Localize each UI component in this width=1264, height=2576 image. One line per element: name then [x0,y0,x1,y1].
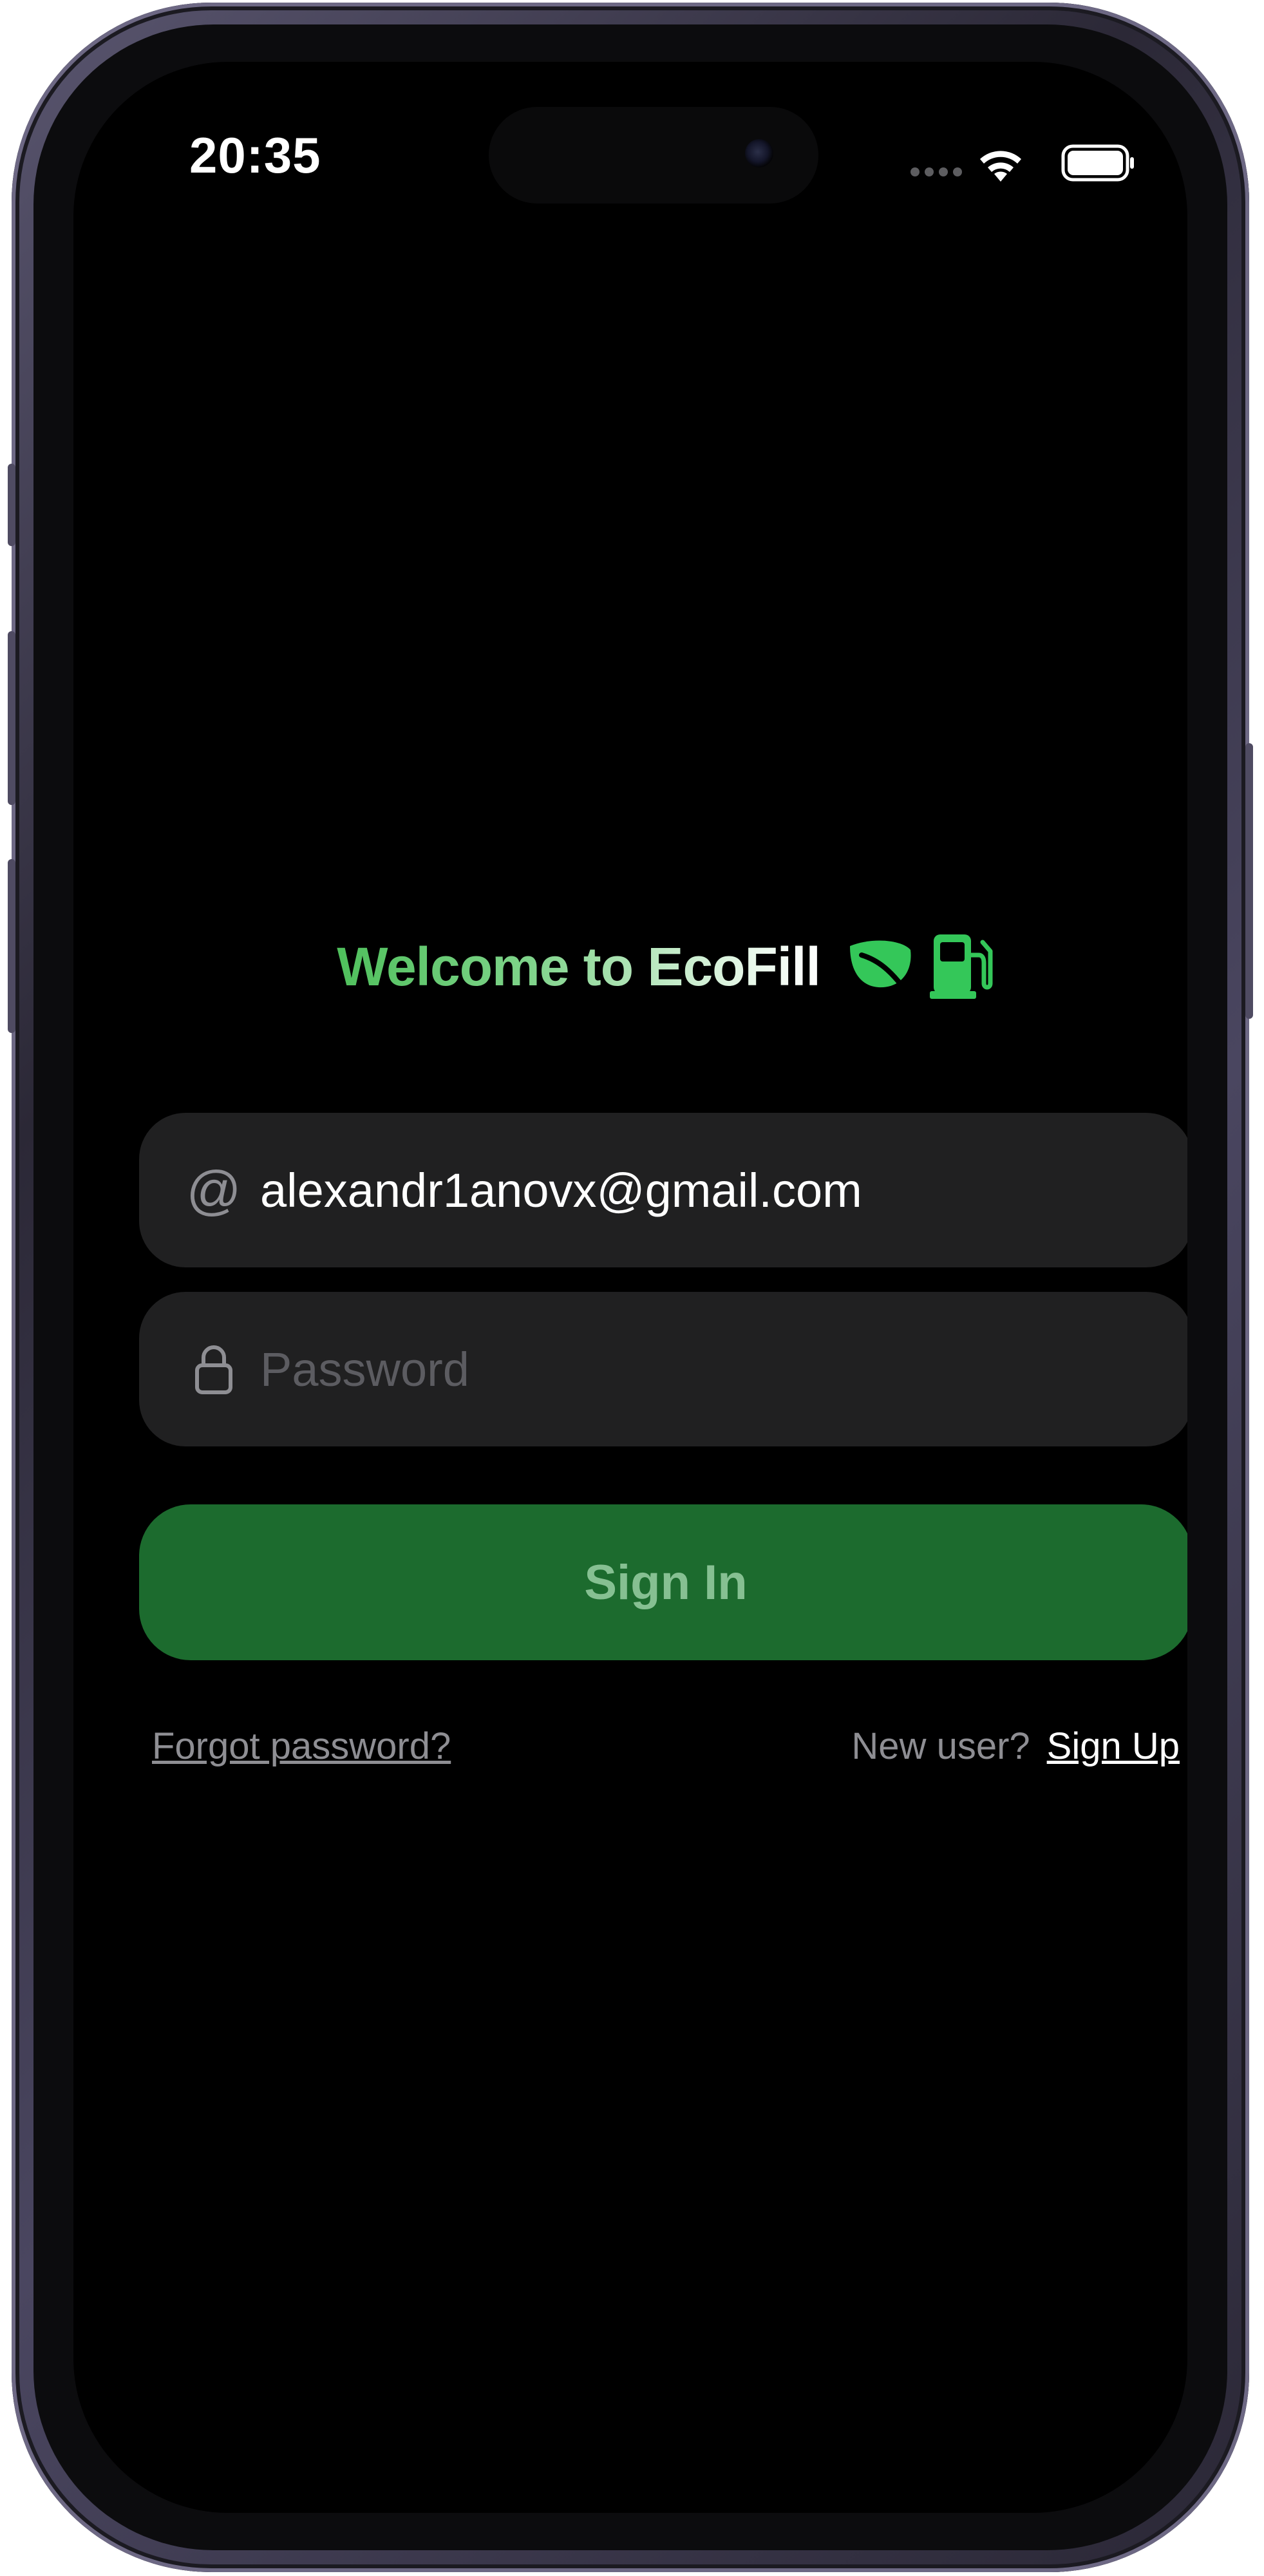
new-user-label: New user? [851,1725,1030,1767]
volume-down-button [8,859,15,1033]
power-button [1245,743,1253,1019]
forgot-password-link[interactable]: Forgot password? [152,1725,451,1768]
sign-up-link[interactable]: Sign Up [1047,1725,1180,1768]
sign-in-button[interactable]: Sign In [139,1504,1187,1660]
email-input[interactable] [260,1162,1154,1218]
bezel: 20:35 Welcome to EcoFill @ alexandr1anov… [33,24,1227,2550]
welcome-icons [846,933,994,1000]
camera-icon [745,139,773,167]
welcome-heading: Welcome to EcoFill [73,925,1187,1009]
auth-footer: Forgot password? New user? Sign Up [152,1717,1180,1775]
welcome-title: Welcome to EcoFill [337,936,821,997]
battery-icon [1061,144,1134,182]
status-time: 20:35 [189,127,321,184]
cellular-signal-icon [910,167,962,176]
signup-prompt: New user? Sign Up [851,1725,1180,1768]
phone-frame: 20:35 Welcome to EcoFill @ alexandr1anov… [8,3,1253,2572]
at-icon: @ [186,1160,241,1220]
dynamic-island [489,107,818,204]
email-field[interactable]: @ [139,1113,1187,1267]
leaf-icon [849,940,911,996]
lock-icon [182,1343,246,1395]
volume-up-button [8,631,15,805]
wifi-icon [980,151,1021,182]
fuel-pump-icon [929,934,993,999]
password-input[interactable] [260,1341,1154,1397]
password-field[interactable] [139,1292,1187,1446]
screen: 20:35 Welcome to EcoFill @ alexandr1anov… [73,62,1187,2513]
action-button [8,464,15,546]
